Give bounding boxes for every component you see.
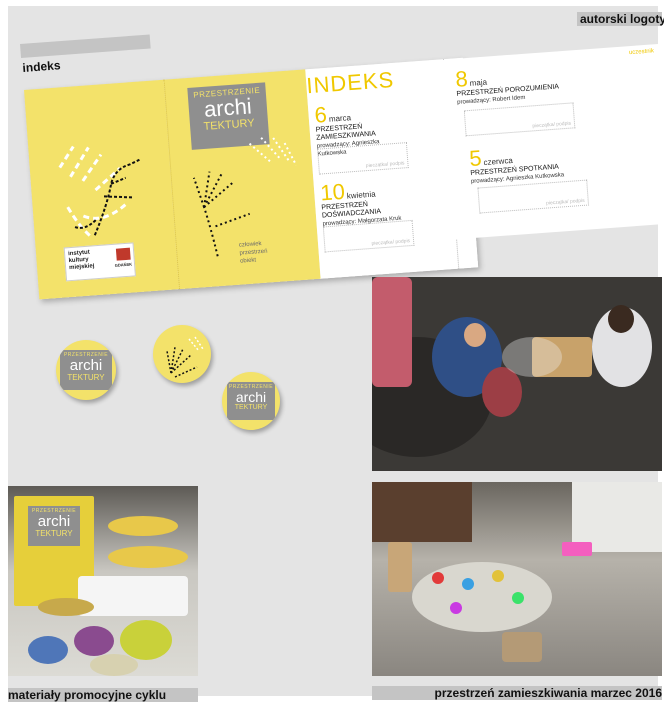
footer-left-label: materiały promocyjne cyklu: [8, 688, 167, 702]
stamp-label: pieczątka/ podpis: [532, 120, 572, 130]
photo-shape: [502, 337, 562, 377]
photo-shape: [512, 592, 524, 604]
stamp-label: pieczątka/ podpis: [365, 160, 405, 170]
event-2-stamp: pieczątka/ podpis: [322, 219, 415, 253]
event-3-stamp: pieczątka/ podpis: [463, 102, 576, 137]
photo-shape: [108, 546, 188, 568]
photo-shape: [108, 516, 178, 536]
brochure-panel-hand: instytut kultury miejskiej GDAŃSK: [24, 79, 180, 300]
photo-shape: [74, 626, 114, 656]
photo-shape: [38, 598, 94, 616]
event-day: 10: [319, 178, 346, 206]
badge-logo-1: PRZESTRZENIE archi TEKTURY: [56, 340, 116, 400]
event-day: 5: [468, 145, 483, 172]
photo-shape: [412, 562, 552, 632]
photo-shape: [90, 654, 138, 676]
promo-logo: PRZESTRZENIE archi TEKTURY: [28, 506, 80, 546]
badge-logo: PRZESTRZENIE archi TEKTURY: [227, 382, 275, 420]
index-brochure-right: uczestnik 8 maja PRZESTRZEŃ POROZUMIENIA…: [440, 43, 664, 240]
event-day: 6: [313, 101, 328, 128]
photo-shape: [450, 602, 462, 614]
photo-shape: [388, 542, 412, 592]
photo-shape: [464, 323, 486, 347]
event-month: kwietnia: [346, 189, 376, 201]
partner-logo-icon: [115, 247, 131, 261]
brochure-panel-logo: PRZESTRZENIE archi TEKTURY człowiek prze…: [163, 69, 321, 290]
photo-shape: [78, 576, 188, 616]
header-right-label: autorski logotyp: [580, 12, 664, 26]
event-3: 8 maja PRZESTRZEŃ POROZUMIENIA prowadząc…: [455, 60, 577, 107]
photo-shape: [120, 620, 172, 660]
partner-name: GDAŃSK: [114, 261, 133, 268]
logo-line3: TEKTURY: [35, 529, 73, 538]
photo-shape: [372, 482, 472, 542]
event-month: marca: [328, 113, 352, 124]
index-brochure: instytut kultury miejskiej GDAŃSK PRZEST…: [24, 57, 479, 300]
photo-shape: [492, 570, 504, 582]
event-day: 8: [454, 66, 469, 92]
logo-line2: archi: [69, 357, 103, 374]
student-label: uczestnik: [628, 48, 655, 57]
index-title: INDEKS: [305, 66, 396, 99]
event-1-stamp: pieczątka/ podpis: [317, 142, 409, 175]
photo-shape: [562, 542, 592, 556]
photo-shape: [462, 578, 474, 590]
room-overview-photo: [372, 482, 662, 676]
photo-shape: [372, 277, 412, 387]
header-left-label: indeks: [22, 58, 61, 75]
workshop-photo: [372, 277, 662, 471]
event-4-stamp: pieczątka/ podpis: [477, 179, 590, 214]
promo-materials-photo: PRZESTRZENIE archi TEKTURY: [8, 486, 198, 676]
badge-logo: PRZESTRZENIE archi TEKTURY: [60, 350, 112, 390]
logo-line3: TEKTURY: [67, 373, 105, 382]
photo-shape: [28, 636, 68, 664]
badge-logo-2: PRZESTRZENIE archi TEKTURY: [222, 372, 280, 430]
photo-shape: [608, 305, 634, 333]
badge-hand: [153, 325, 211, 383]
photo-shape: [432, 572, 444, 584]
dotted-hand-icon: [166, 336, 204, 378]
stamp-label: pieczątka/ podpis: [371, 238, 411, 247]
photo-shape: [482, 367, 522, 417]
footer-right-label: przestrzeń zamieszkiwania marzec 2016: [434, 686, 662, 700]
brochure-panel-index-2: uczestnik 8 maja PRZESTRZEŃ POROZUMIENIA…: [440, 43, 664, 240]
logo-line2: archi: [235, 389, 267, 405]
event-4: 5 czerwca PRZESTRZEŃ SPOTKANIA prowadząc…: [468, 139, 591, 186]
logo-line3: TEKTURY: [234, 404, 268, 411]
stamp-label: pieczątka/ podpis: [545, 197, 585, 207]
event-month: czerwca: [483, 155, 514, 168]
panel-caption-3: obiekt: [239, 257, 257, 265]
institution-logo: instytut kultury miejskiej GDAŃSK: [63, 242, 136, 282]
logo-line2: archi: [37, 513, 71, 530]
photo-shape: [502, 632, 542, 662]
event-month: maja: [469, 77, 488, 88]
